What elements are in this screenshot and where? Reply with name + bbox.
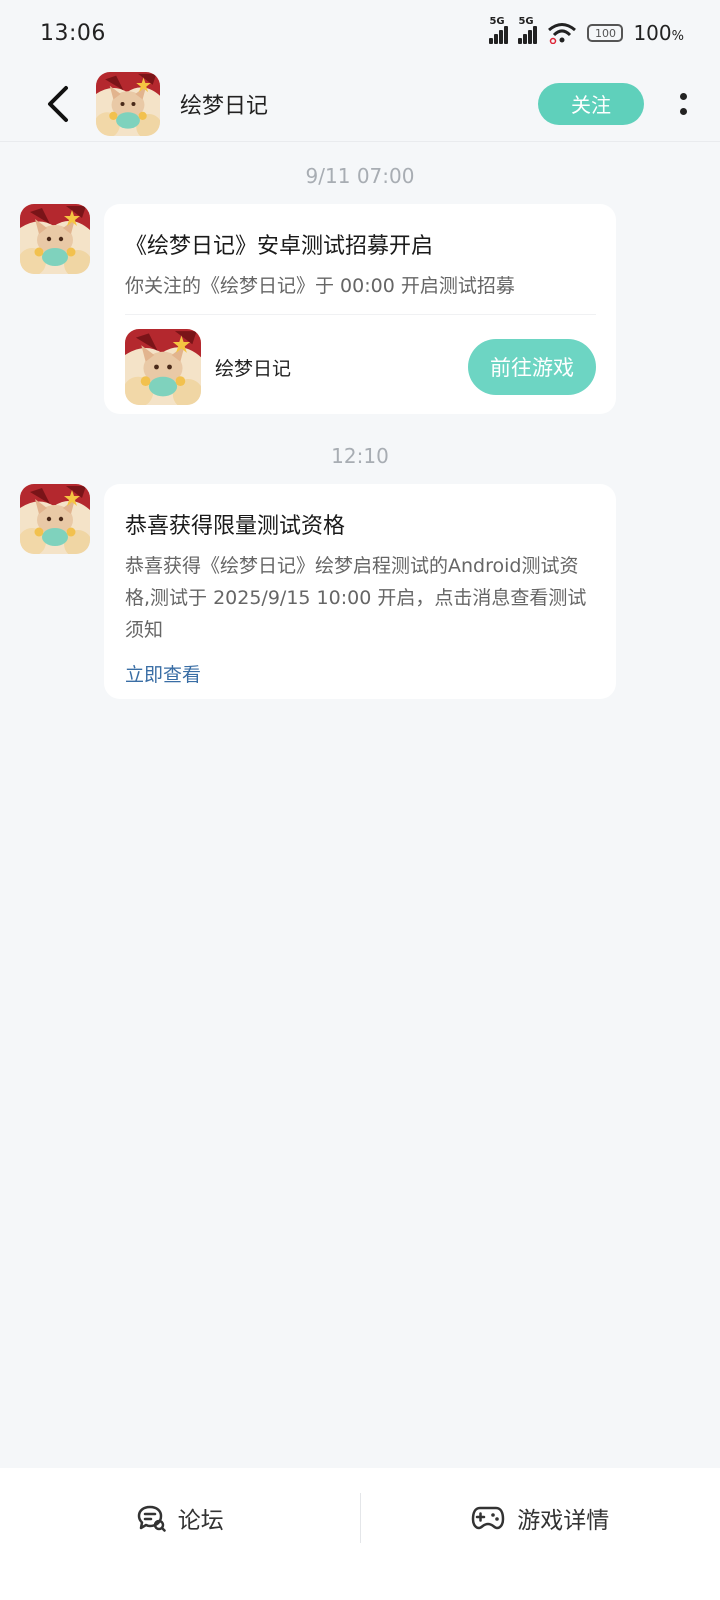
signal-icon: 5G [518, 16, 538, 44]
game-icon[interactable] [125, 329, 201, 405]
message-title: 恭喜获得限量测试资格 [125, 514, 346, 539]
status-time: 13:06 [40, 20, 106, 46]
page-title: 绘梦日记 [180, 93, 269, 119]
sender-avatar[interactable] [20, 484, 90, 554]
message-title: 《绘梦日记》安卓测试招募开启 [125, 234, 434, 259]
follow-button[interactable]: 关注 [538, 82, 644, 125]
game-name: 绘梦日记 [215, 357, 292, 380]
status-bar: 13:06 5G 5G 100 100% [0, 0, 720, 66]
more-dot-icon [679, 107, 687, 115]
message-timestamp: 9/11 07:00 [305, 164, 415, 188]
message-timestamp: 12:10 [331, 444, 389, 468]
game-avatar[interactable] [96, 72, 160, 136]
top-bar: 绘梦日记 关注 [0, 66, 720, 142]
network-type-label: 5G [518, 16, 534, 27]
message-card[interactable]: 《绘梦日记》安卓测试招募开启 你关注的《绘梦日记》于 00:00 开启测试招募 … [104, 204, 616, 414]
game-row[interactable]: 绘梦日记 前往游戏 [125, 315, 596, 419]
message-body: 恭喜获得《绘梦日记》绘梦启程测试的Android测试资格,测试于 2025/9/… [125, 555, 587, 641]
view-now-link[interactable]: 立即查看 [125, 660, 596, 687]
signal-icon: 5G [489, 16, 509, 44]
tab-label: 论坛 [177, 1508, 224, 1534]
status-icons: 5G 5G 100 100% [489, 16, 684, 45]
tab-label: 游戏详情 [517, 1508, 610, 1534]
tab-forum[interactable]: 论坛 [0, 1468, 360, 1568]
more-options-button[interactable] [668, 79, 698, 129]
sender-avatar[interactable] [20, 204, 90, 274]
go-to-game-button[interactable]: 前往游戏 [468, 339, 596, 395]
battery-icon: 100 [587, 24, 624, 42]
wifi-icon [548, 23, 577, 44]
message-body: 你关注的《绘梦日记》于 00:00 开启测试招募 [125, 275, 515, 297]
network-type-label: 5G [489, 16, 505, 27]
tab-game-details[interactable]: 游戏详情 [361, 1468, 720, 1568]
back-arrow-icon [48, 85, 68, 122]
message-card[interactable]: 恭喜获得限量测试资格 恭喜获得《绘梦日记》绘梦启程测试的Android测试资格,… [104, 484, 616, 699]
battery-percent: 100% [633, 21, 684, 45]
back-button[interactable] [28, 74, 88, 134]
forum-chat-icon [137, 1505, 166, 1532]
more-dot-icon [679, 92, 687, 100]
bottom-bar: 论坛 游戏详情 [0, 1468, 720, 1600]
gamepad-icon [472, 1506, 505, 1530]
